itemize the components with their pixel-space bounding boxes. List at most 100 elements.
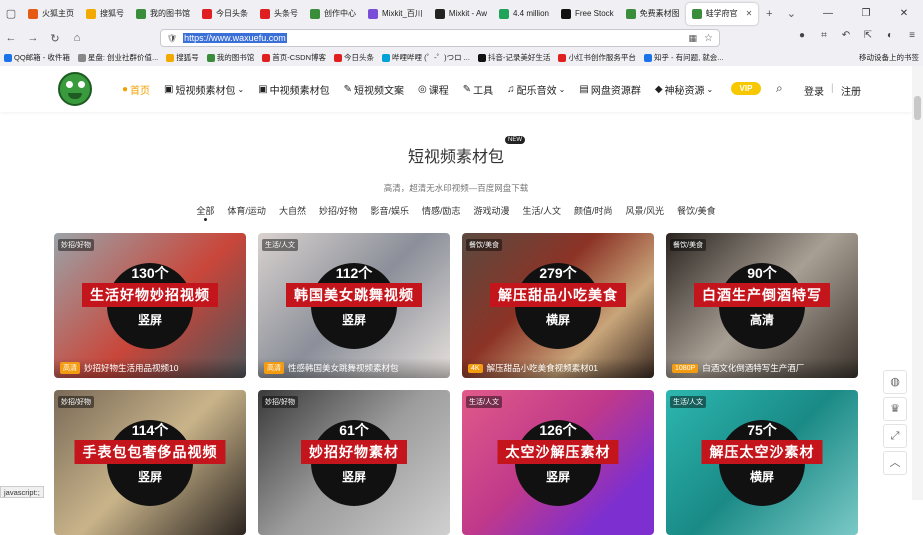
home-icon[interactable]: ⌂ [66, 32, 88, 44]
vip-badge[interactable]: VIP [731, 82, 761, 95]
ext2-icon[interactable]: ◐ [883, 30, 897, 44]
browser-tab[interactable]: 搜狐号 [80, 3, 130, 25]
browser-tab[interactable]: 免费素材图 [620, 3, 686, 25]
browser-tab[interactable]: Free Stock [555, 3, 620, 25]
bookmark-item[interactable]: 搜狐号 [162, 52, 203, 63]
bookmark-item[interactable]: 今日头条 [330, 52, 378, 63]
card-overlay: 61个 妙招好物素材 竖屏 [258, 390, 450, 525]
card-title: 白酒生产倒酒特写 [694, 283, 830, 307]
crown-icon[interactable]: ♛ [883, 397, 907, 421]
bookmark-item[interactable]: 哔哩哔哩 (゜-゜)つロ ... [378, 52, 474, 63]
crop-icon[interactable]: ⌗ [817, 30, 831, 44]
nav-item[interactable]: ✎ 短视频文案 [344, 82, 404, 97]
close-window-icon[interactable]: ✕ [885, 8, 923, 19]
nav-item[interactable]: ● 首页 [122, 82, 150, 97]
nav-item[interactable]: ◎ 课程 [418, 82, 449, 97]
browser-tab[interactable]: 火狐主页 [22, 3, 80, 25]
extension-icon[interactable]: ● [795, 30, 809, 44]
address-bar[interactable]: 🛡 https://www.waxuefu.com ▦ ☆ [160, 29, 720, 47]
scroll-thumb[interactable] [914, 96, 921, 120]
tab-favicon-icon [136, 8, 146, 19]
bookmark-favicon-icon [477, 53, 486, 62]
qr-icon[interactable]: ▦ [688, 33, 697, 44]
mobile-bookmarks-label: 移动设备上的书签 [859, 53, 919, 62]
nav-label: 配乐音效 [516, 85, 557, 97]
bookmark-item[interactable]: 抖音-记录美好生活 [474, 52, 555, 63]
category-tab[interactable]: 游戏动漫 [474, 204, 510, 217]
register-link[interactable]: 注册 [841, 83, 861, 98]
url-text[interactable]: https://www.waxuefu.com [183, 33, 287, 43]
bookmark-favicon-icon [4, 53, 12, 62]
bookmark-label: 搜狐号 [176, 53, 199, 62]
tab-label: 搜狐号 [100, 9, 124, 18]
category-tab[interactable]: 体育/运动 [227, 204, 266, 217]
category-tab[interactable]: 颜值/时尚 [574, 204, 613, 217]
frog-logo[interactable] [58, 72, 92, 106]
search-icon[interactable]: ⌕ [776, 81, 783, 96]
nav-icon: ◎ [418, 83, 427, 95]
tab-favicon-icon [28, 8, 38, 19]
browser-tab[interactable]: Mixkit_百川 [362, 3, 429, 25]
reload-icon[interactable]: ↻ [44, 32, 66, 45]
category-tab[interactable]: 风景/风光 [626, 204, 665, 217]
browser-tab[interactable]: 头条号 [254, 3, 304, 25]
browser-tab[interactable]: 创作中心 [304, 3, 362, 25]
forward-icon[interactable]: → [22, 32, 44, 44]
browser-tab[interactable]: Mixkit - Aw [429, 3, 493, 25]
category-tab[interactable]: 餐饮/美食 [677, 204, 716, 217]
close-tab-icon[interactable]: ✕ [746, 9, 753, 18]
nav-item[interactable]: ✎ 工具 [463, 82, 493, 97]
package-card[interactable]: 妙招/好物 61个 妙招好物素材 竖屏 [258, 390, 450, 535]
category-tab[interactable]: 情感/励志 [422, 204, 461, 217]
share-icon[interactable]: ⇱ [861, 30, 875, 44]
fullscreen-icon[interactable]: ⤢ [883, 424, 907, 448]
card-orientation: 高清 [749, 313, 774, 327]
minimize-icon[interactable]: — [809, 8, 847, 19]
bookmark-item[interactable]: 星盘: 创业社群价值... [74, 52, 162, 63]
nav-item[interactable]: ▣ 短视频素材包 ⌄ [164, 82, 244, 97]
bookmark-item[interactable]: 知乎 - 有问题, 就会... [640, 52, 728, 63]
package-card[interactable]: 妙招/好物 130个 生活好物妙招视频 竖屏 高清 妙招好物生活用品视频10 [54, 233, 246, 378]
divider: | [831, 83, 834, 94]
bookmark-item[interactable]: 小红书创作服务平台 [554, 52, 640, 63]
section-subtitle: 高清，超清无水印视频—百度网盘下载 [383, 183, 529, 193]
undo-icon[interactable]: ↶ [839, 30, 853, 44]
menu-icon[interactable]: ≡ [905, 30, 919, 44]
category-tab[interactable]: 妙招/好物 [319, 204, 358, 217]
package-card[interactable]: 生活/人文 75个 解压太空沙素材 横屏 [666, 390, 858, 535]
category-tab[interactable]: 大自然 [279, 204, 306, 217]
login-link[interactable]: 登录 [804, 83, 824, 98]
browser-tab[interactable]: 4.4 million [493, 3, 555, 25]
package-card[interactable]: 生活/人文 112个 韩国美女跳舞视频 竖屏 高清 性感韩国美女跳舞视频素材包 [258, 233, 450, 378]
back-icon[interactable]: ← [0, 32, 22, 44]
restore-icon[interactable]: ❐ [847, 8, 885, 19]
bookmark-item[interactable]: 我的图书馆 [203, 52, 259, 63]
package-card[interactable]: 妙招/好物 114个 手表包包奢侈品视频 竖屏 [54, 390, 246, 535]
card-caption: 高清 妙招好物生活用品视频10 [54, 358, 246, 378]
tab-list-icon[interactable]: ▢ [0, 7, 22, 20]
package-card[interactable]: 餐饮/美食 279个 解压甜品小吃美食 横屏 4K 解压甜品小吃美食视频素材01 [462, 233, 654, 378]
browser-tab[interactable]: 蛙学府官 ✕ [685, 2, 759, 25]
bookmark-favicon-icon [643, 53, 652, 62]
bookmark-item[interactable]: 首页-CSDN博客 [258, 52, 330, 63]
category-tab[interactable]: 生活/人文 [523, 204, 562, 217]
package-card[interactable]: 餐饮/美食 90个 白酒生产倒酒特写 高清 1080P 白酒文化倒酒特写生产酒厂 [666, 233, 858, 378]
wechat-icon[interactable]: ◍ [883, 370, 907, 394]
package-card[interactable]: 生活/人文 126个 太空沙解压素材 竖屏 [462, 390, 654, 535]
nav-item[interactable]: ♫ 配乐音效 ⌄ [507, 82, 565, 97]
browser-tab[interactable]: 今日头条 [196, 3, 254, 25]
new-tab-icon[interactable]: + [758, 8, 780, 20]
category-tab[interactable]: 全部 [196, 204, 214, 221]
nav-item[interactable]: ◆ 神秘资源 ⌄ [655, 82, 713, 97]
mobile-bookmarks[interactable]: 移动设备上的书签 [855, 52, 923, 63]
page-scrollbar[interactable] [912, 66, 923, 500]
tab-dropdown-icon[interactable]: ⌄ [780, 7, 802, 20]
back-to-top-icon[interactable]: ︿ [883, 451, 907, 475]
nav-item[interactable]: ▣ 中视频素材包 [258, 82, 329, 97]
nav-item[interactable]: ▤ 网盘资源群 [579, 82, 640, 97]
bookmark-item[interactable]: QQ邮箱 - 收件箱 [0, 52, 74, 63]
browser-tab[interactable]: 我的图书馆 [130, 3, 196, 25]
category-tab[interactable]: 影音/娱乐 [370, 204, 409, 217]
star-icon[interactable]: ☆ [704, 33, 713, 44]
tab-bar: ▢ 火狐主页 搜狐号 我的图书馆 今日头条 头条号 创作中心 Mixkit_百川 Mixkit… [0, 0, 923, 27]
